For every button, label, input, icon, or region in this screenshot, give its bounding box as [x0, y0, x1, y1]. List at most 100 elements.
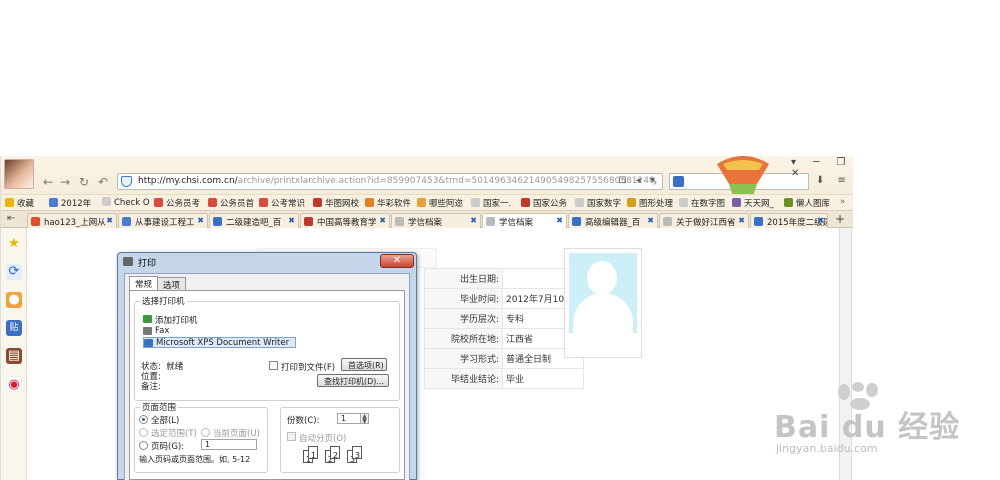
info-label: 出生日期:	[424, 268, 503, 289]
general-panel: 选择打印机 添加打印机 Fax Microsoft XPS Document W…	[129, 290, 405, 480]
printer-icon	[123, 257, 133, 266]
range-pages-radio[interactable]	[139, 441, 148, 450]
dialog-close-button[interactable]: ✕	[380, 254, 414, 268]
preferences-button[interactable]: 首选项(R)	[341, 358, 387, 371]
tieba-icon[interactable]: 贴	[6, 320, 22, 336]
bookmark-item[interactable]: Check O	[102, 197, 150, 208]
url-text: http://my.chsi.com.cn/archive/printxlarc…	[138, 176, 655, 186]
bookmark-item[interactable]: 公务员首	[208, 197, 254, 209]
refresh-icon[interactable]: ↻	[77, 175, 91, 189]
download-menu-icon[interactable]: ⬇ ≡	[816, 175, 851, 186]
bookmark-item[interactable]: 天天网_	[732, 197, 774, 209]
bookmark-item[interactable]: 公考常识	[259, 197, 305, 209]
bookmark-item[interactable]: 公务员考	[154, 197, 200, 209]
xps-printer-icon	[144, 339, 153, 347]
tab-close-icon[interactable]: ✖	[738, 216, 745, 225]
info-label: 毕业时间:	[424, 288, 503, 309]
range-all-radio[interactable]	[139, 415, 148, 424]
weibo-icon[interactable]: ◉	[6, 376, 22, 392]
go-icon[interactable]: ›	[648, 175, 662, 189]
tab-2015[interactable]: 2015年度二级建 ✖	[750, 213, 828, 228]
forward-icon[interactable]: →	[58, 175, 72, 189]
bookmark-item[interactable]: 在数字图	[679, 197, 725, 209]
printer-xps[interactable]: Microsoft XPS Document Writer	[143, 337, 297, 348]
collate-label: 自动分页(O)	[299, 434, 347, 444]
range-current-radio[interactable]	[201, 428, 210, 437]
tab-close-icon[interactable]: ✖	[556, 216, 563, 225]
select-printer-legend: 选择打印机	[140, 295, 187, 307]
print-to-file-checkbox[interactable]	[269, 361, 278, 370]
table-row: 院校所在地: 江西省	[424, 328, 584, 349]
tab-higher-education[interactable]: 中国高等教育学 ✖	[300, 213, 390, 228]
dialog-title-bar[interactable]: 打印	[118, 253, 416, 271]
tab-editor[interactable]: 高级编辑器_百 ✖	[568, 213, 658, 228]
printer-fax[interactable]: Fax	[143, 326, 169, 337]
new-tab-icon[interactable]: +	[835, 212, 845, 226]
tab-baidu-bar[interactable]: 二级建造吧_百 ✖	[209, 213, 299, 228]
tab-bar: ⇤ hao123_上网从 ✖ 从事建设工程工 ✖ 二级建造吧_百 ✖ 中国高等教育学 ✖…	[1, 210, 853, 228]
tab-close-icon[interactable]: ✖	[379, 216, 386, 225]
pages-input[interactable]: 1	[201, 439, 257, 450]
bookmark-item[interactable]: 国家数字	[575, 197, 621, 209]
print-dialog: 打印 ✕ 常规 选项 选择打印机 添加打印机 Fax Microsoft XPS…	[117, 252, 417, 480]
tab-close-icon[interactable]: ✖	[817, 216, 824, 225]
game-icon[interactable]: ●	[6, 292, 22, 308]
tab-hao123[interactable]: hao123_上网从 ✖	[27, 213, 117, 228]
info-label: 学历层次:	[424, 308, 503, 329]
range-selection-radio[interactable]	[139, 428, 148, 437]
bookmark-item[interactable]: 懒人图库	[784, 197, 830, 209]
search-engine-icon[interactable]	[673, 176, 684, 187]
back-icon[interactable]: ←	[41, 175, 55, 189]
copies-input[interactable]: 1	[337, 413, 361, 424]
sync-icon[interactable]: ⟳	[6, 264, 22, 280]
bookmark-item[interactable]: 国家一.	[471, 197, 511, 209]
avatar[interactable]	[4, 159, 34, 189]
tab-archive-1[interactable]: 学信档案 ✖	[391, 213, 481, 228]
tab-options[interactable]: 选项	[157, 277, 187, 291]
tab-general[interactable]: 常规	[129, 276, 159, 290]
page-range-group: 页面范围 全部(L) 选定范围(T) 当前页面(U) 页码(G): 1 输入页码…	[134, 401, 268, 473]
tab-archive-active[interactable]: 学信档案 ✖	[482, 213, 567, 228]
dialog-body: 常规 选项 选择打印机 添加打印机 Fax Microsoft XPS Docu…	[124, 273, 410, 480]
undo-icon[interactable]: ↶	[96, 175, 110, 189]
bookmark-item[interactable]: 华彩软件	[365, 197, 411, 209]
tab-close-icon[interactable]: ✖	[288, 216, 295, 225]
table-row: 出生日期:	[424, 268, 584, 289]
table-row: 学历层次: 专科	[424, 308, 584, 329]
select-printer-group: 选择打印机 添加打印机 Fax Microsoft XPS Document W…	[134, 295, 400, 401]
student-info-table: 出生日期: 毕业时间: 2012年7月10日 学历层次: 专科 院校所在地: 江西省 …	[424, 268, 584, 389]
range-pages-label: 页码(G):	[151, 442, 185, 452]
tab-close-icon[interactable]: ✖	[197, 216, 204, 225]
book-icon[interactable]: ▤	[6, 348, 22, 364]
page-range-legend: 页面范围	[140, 401, 179, 413]
printer-add[interactable]: 添加打印机	[143, 314, 198, 326]
fax-icon	[143, 327, 152, 335]
security-shield-icon	[121, 176, 132, 187]
tab-close-icon[interactable]: ✖	[106, 216, 113, 225]
bookmark-item[interactable]: 图形处理	[627, 197, 673, 209]
bookmark-item[interactable]: 收藏	[5, 197, 34, 209]
watermark-site: jingyan.baidu.com	[776, 442, 878, 455]
address-bar-row: ← → ↻ ↶ http://my.chsi.com.cn/archive/pr…	[1, 156, 853, 216]
collate-checkbox[interactable]	[287, 432, 296, 441]
tab-jiangxi[interactable]: 关于做好江西省 ✖	[659, 213, 749, 228]
bookmark-item[interactable]: 华图网校	[313, 197, 359, 209]
sidebar: ★ ⟳ ● 贴 ▤ ◉	[1, 228, 27, 480]
add-printer-icon	[143, 315, 152, 323]
range-selection-label: 选定范围(T)	[151, 429, 197, 439]
tab-scroll-left-icon[interactable]: ⇤	[7, 213, 15, 224]
tab-close-icon[interactable]: ✖	[647, 216, 654, 225]
bookmark-item[interactable]: 哪些阿迩	[417, 197, 463, 209]
bookmark-item[interactable]: 国家公务	[521, 197, 567, 209]
print-to-file-label: 打印到文件(F)	[281, 363, 336, 373]
tab-close-icon[interactable]: ✖	[470, 216, 477, 225]
favorites-star-icon[interactable]: ★	[6, 236, 22, 252]
tab-construction[interactable]: 从事建设工程工 ✖	[118, 213, 208, 228]
copies-spinner[interactable]: ▲ ▼	[360, 413, 369, 425]
table-row: 学习形式: 普通全日制	[424, 348, 584, 369]
find-printer-button[interactable]: 查找打印机(D)...	[317, 374, 389, 387]
info-label: 毕结业结论:	[424, 368, 503, 389]
bookmarks-more-icon[interactable]: »	[840, 197, 845, 207]
bookmark-item[interactable]: 2012年	[49, 197, 91, 209]
url-input[interactable]: http://my.chsi.com.cn/archive/printxlarc…	[117, 173, 663, 190]
